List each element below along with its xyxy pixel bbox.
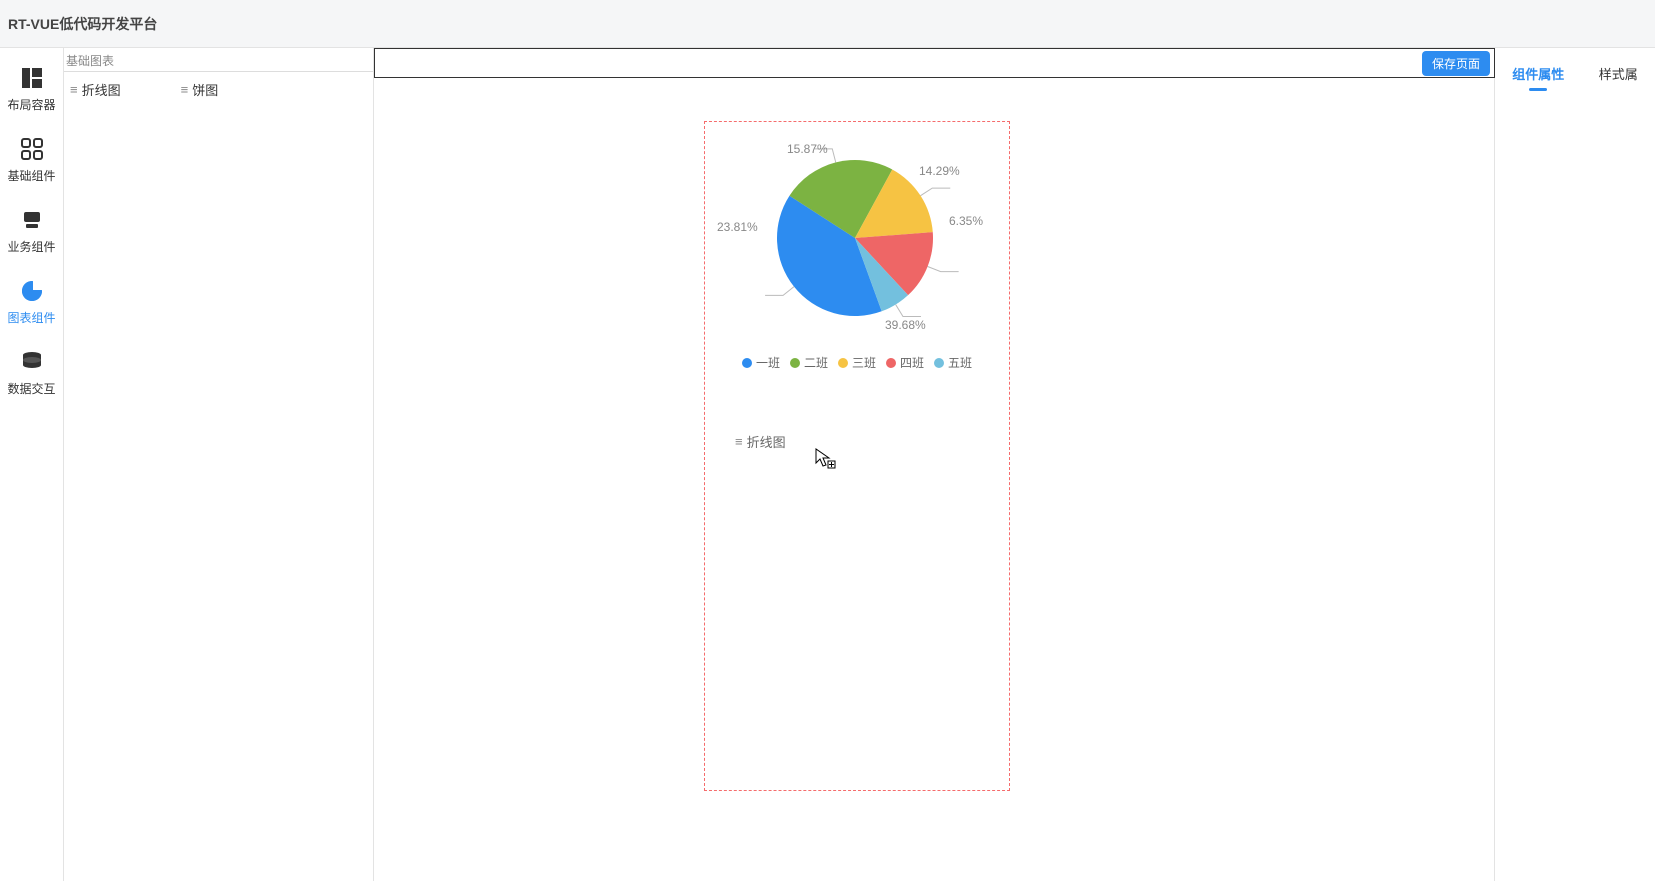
selected-component-box[interactable]: 39.68% 23.81% 15.87% 14.29% 6.35% 一班 二班 三班… bbox=[704, 121, 1010, 791]
nav-basic-components[interactable]: 基础组件 bbox=[0, 127, 63, 198]
save-page-button[interactable]: 保存页面 bbox=[1422, 51, 1490, 76]
tab-component-props[interactable]: 组件属性 bbox=[1512, 64, 1564, 89]
tab-style-props[interactable]: 样式属 bbox=[1599, 64, 1638, 89]
drag-cursor-icon bbox=[815, 448, 837, 470]
canvas-area: 保存页面 39.68% 23.81% 15.87% 14.29% 6.35% 一… bbox=[374, 48, 1495, 881]
nav-data-interaction[interactable]: 数据交互 bbox=[0, 340, 63, 411]
drag-handle-icon: ≡ bbox=[735, 434, 743, 449]
grid-icon bbox=[18, 137, 46, 161]
drop-indicator-label: 折线图 bbox=[747, 432, 786, 451]
component-group-title: 基础图表 bbox=[64, 48, 373, 71]
component-line-chart[interactable]: ≡ 折线图 bbox=[70, 80, 121, 99]
pie-icon bbox=[18, 279, 46, 303]
nav-label: 业务组件 bbox=[0, 238, 63, 255]
component-label: 饼图 bbox=[192, 80, 218, 99]
pie-label-s0: 39.68% bbox=[885, 318, 926, 332]
component-label: 折线图 bbox=[82, 80, 121, 99]
legend-label: 三班 bbox=[852, 354, 876, 371]
right-panel-tabs: 组件属性 样式属 bbox=[1495, 48, 1655, 881]
database-icon bbox=[18, 350, 46, 374]
drag-handle-icon: ≡ bbox=[70, 82, 78, 97]
app-header: RT-VUE低代码开发平台 bbox=[0, 0, 1655, 48]
legend-item[interactable]: 三班 bbox=[838, 354, 876, 371]
nav-chart-components[interactable]: 图表组件 bbox=[0, 269, 63, 340]
layout-icon bbox=[18, 66, 46, 90]
canvas-body[interactable]: 39.68% 23.81% 15.87% 14.29% 6.35% 一班 二班 三班… bbox=[374, 78, 1495, 881]
pie-legend: 一班 二班 三班 四班 五班 bbox=[705, 354, 1009, 371]
app-title: RT-VUE低代码开发平台 bbox=[8, 14, 157, 34]
legend-label: 二班 bbox=[804, 354, 828, 371]
drag-handle-icon: ≡ bbox=[181, 82, 189, 97]
pie-label-s2: 15.87% bbox=[787, 142, 828, 156]
pie-svg bbox=[705, 128, 1011, 348]
nav-label: 图表组件 bbox=[0, 309, 63, 326]
side-nav: 布局容器 基础组件 业务组件 图表组件 数据交互 bbox=[0, 48, 64, 881]
legend-dot-icon bbox=[742, 358, 752, 368]
right-panel: 组件属性 样式属 bbox=[1495, 48, 1655, 881]
pie-label-s3: 14.29% bbox=[919, 164, 960, 178]
pie-label-s4: 6.35% bbox=[949, 214, 983, 228]
drop-indicator: ≡ 折线图 bbox=[735, 432, 786, 451]
stack-icon bbox=[18, 208, 46, 232]
legend-item[interactable]: 二班 bbox=[790, 354, 828, 371]
pie-label-s1: 23.81% bbox=[717, 220, 758, 234]
legend-item[interactable]: 五班 bbox=[934, 354, 972, 371]
legend-dot-icon bbox=[886, 358, 896, 368]
legend-item[interactable]: 四班 bbox=[886, 354, 924, 371]
legend-label: 四班 bbox=[900, 354, 924, 371]
nav-label: 数据交互 bbox=[0, 380, 63, 397]
legend-label: 一班 bbox=[756, 354, 780, 371]
canvas-toolbar: 保存页面 bbox=[374, 48, 1495, 78]
component-pie-chart[interactable]: ≡ 饼图 bbox=[181, 80, 219, 99]
nav-layout-container[interactable]: 布局容器 bbox=[0, 56, 63, 127]
main-layout: 布局容器 基础组件 业务组件 图表组件 数据交互 基础图表 ≡ 折线图 bbox=[0, 48, 1655, 881]
legend-dot-icon bbox=[790, 358, 800, 368]
nav-label: 基础组件 bbox=[0, 167, 63, 184]
legend-item[interactable]: 一班 bbox=[742, 354, 780, 371]
legend-label: 五班 bbox=[948, 354, 972, 371]
nav-label: 布局容器 bbox=[0, 96, 63, 113]
nav-business-components[interactable]: 业务组件 bbox=[0, 198, 63, 269]
pie-chart[interactable]: 39.68% 23.81% 15.87% 14.29% 6.35% bbox=[705, 128, 1009, 348]
legend-dot-icon bbox=[934, 358, 944, 368]
component-panel: 基础图表 ≡ 折线图 ≡ 饼图 bbox=[64, 48, 374, 881]
legend-dot-icon bbox=[838, 358, 848, 368]
